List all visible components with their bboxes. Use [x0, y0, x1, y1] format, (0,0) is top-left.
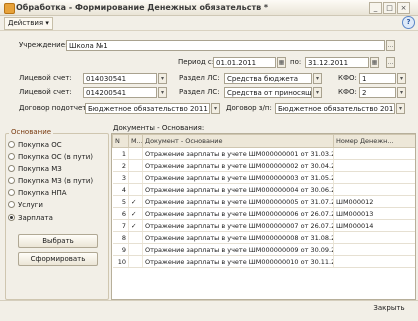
actions-menu-button[interactable]: Действия ▾ [4, 17, 53, 30]
mark-cell[interactable]: ✓ [128, 219, 143, 232]
col-header-number[interactable]: Номер Денежн... [333, 134, 415, 148]
mark-cell[interactable] [128, 231, 143, 244]
mark-cell[interactable] [128, 159, 143, 172]
institution-label: Учреждение: [19, 41, 68, 49]
table-row[interactable]: 9 Отражение зарплаты в учете ШМ000000009 … [112, 243, 415, 256]
documents-grid: N М... Документ - Основание Номер Денежн… [112, 134, 415, 268]
mark-cell[interactable] [128, 183, 143, 196]
radio-icon [8, 140, 15, 148]
period-from-field[interactable]: 01.01.2011 [213, 57, 276, 68]
kfo1-dropdown-icon[interactable]: ▾ [397, 73, 406, 84]
calendar-from-icon[interactable]: ▦ [277, 57, 286, 68]
kfo2-field[interactable]: 2 [359, 87, 396, 98]
mark-cell[interactable] [128, 255, 143, 268]
calendar-to-icon[interactable]: ▦ [370, 57, 379, 68]
contract-sub-dropdown-icon[interactable]: ▾ [211, 103, 220, 114]
mark-cell[interactable]: ✓ [128, 207, 143, 220]
radio-selected-icon [8, 213, 15, 221]
contract-sub-field[interactable]: Бюджетное обязательство 2011 года [85, 103, 210, 114]
period-from-label: Период с: [178, 58, 215, 66]
col-header-mark[interactable]: М... [128, 134, 143, 148]
col-header-document[interactable]: Документ - Основание [142, 134, 334, 148]
table-row[interactable]: 2 Отражение зарплаты в учете ШМ000000002 … [112, 159, 415, 172]
kfo1-label: КФО: [338, 74, 357, 82]
minimize-button[interactable]: _ [369, 2, 382, 14]
select-button[interactable]: Выбрать [18, 234, 98, 248]
basis-option-services[interactable]: Услуги [8, 200, 43, 210]
section1-field[interactable]: Средства бюджета [224, 73, 312, 84]
account1-label: Лицевой счет: [19, 74, 72, 82]
section2-dropdown-icon[interactable]: ▾ [313, 87, 322, 98]
basis-option-os-transit[interactable]: Покупка ОС (в пути) [8, 152, 93, 162]
basis-option-npa[interactable]: Покупка НПА [8, 188, 67, 198]
toolbar [0, 15, 418, 31]
radio-icon [8, 200, 15, 208]
period-to-label: по: [290, 58, 302, 66]
col-header-n[interactable]: N [112, 134, 129, 148]
section1-label: Раздел ЛС: [179, 74, 220, 82]
basis-option-mz[interactable]: Покупка МЗ [8, 164, 62, 174]
account2-field[interactable]: 014200541 [83, 87, 157, 98]
documents-table[interactable]: N М... Документ - Основание Номер Денежн… [111, 133, 416, 300]
table-row[interactable]: 4 Отражение зарплаты в учете ШМ000000004 … [112, 183, 415, 196]
account1-dropdown-icon[interactable]: ▾ [158, 73, 167, 84]
basis-option-mz-transit[interactable]: Покупка МЗ (в пути) [8, 176, 93, 186]
table-row[interactable]: 5 ✓ Отражение зарплаты в учете ШМ000000005… [112, 195, 415, 208]
kfo2-label: КФО: [338, 88, 357, 96]
radio-icon [8, 176, 15, 184]
basis-option-os[interactable]: Покупка ОС [8, 140, 62, 150]
mark-cell[interactable] [128, 243, 143, 256]
mark-cell[interactable] [128, 171, 143, 184]
app-icon [4, 3, 15, 14]
window-title: Обработка - Формирование Денежных обязат… [16, 3, 269, 12]
section2-field[interactable]: Средства от приносящей до [224, 87, 312, 98]
period-select-button[interactable]: … [386, 57, 395, 68]
institution-select-button[interactable]: … [386, 40, 395, 51]
section1-dropdown-icon[interactable]: ▾ [313, 73, 322, 84]
maximize-button[interactable]: □ [383, 2, 396, 14]
contract-salary-field[interactable]: Бюджетное обязательство 2011 года [275, 103, 395, 114]
table-row[interactable]: 1 Отражение зарплаты в учете ШМ000000001 … [112, 147, 415, 160]
section2-label: Раздел ЛС: [179, 88, 220, 96]
table-row[interactable]: 8 Отражение зарплаты в учете ШМ000000008 … [112, 231, 415, 244]
institution-field[interactable]: Школа №1 [66, 40, 385, 51]
table-row[interactable]: 7 ✓ Отражение зарплаты в учете ШМ000000007… [112, 219, 415, 232]
close-button[interactable]: Закрыть [365, 302, 413, 316]
account1-field[interactable]: 014030541 [83, 73, 157, 84]
radio-icon [8, 164, 15, 172]
mark-cell[interactable]: ✓ [128, 195, 143, 208]
table-row[interactable]: 6 ✓ Отражение зарплаты в учете ШМ000000006… [112, 207, 415, 220]
kfo2-dropdown-icon[interactable]: ▾ [397, 87, 406, 98]
table-row[interactable]: 3 Отражение зарплаты в учете ШМ000000003 … [112, 171, 415, 184]
status-bar [0, 300, 418, 321]
contract-sub-label: Договор подотчет: [19, 104, 89, 112]
kfo1-field[interactable]: 1 [359, 73, 396, 84]
close-window-button[interactable]: × [397, 2, 410, 14]
help-icon[interactable]: ? [402, 16, 415, 29]
account2-label: Лицевой счет: [19, 88, 72, 96]
table-row[interactable]: 10 Отражение зарплаты в учете ШМ000000010… [112, 255, 415, 268]
radio-icon [8, 152, 15, 160]
account2-dropdown-icon[interactable]: ▾ [158, 87, 167, 98]
period-to-field[interactable]: 31.12.2011 [305, 57, 369, 68]
radio-icon [8, 188, 15, 196]
mark-cell[interactable] [128, 147, 143, 160]
generate-button[interactable]: Сформировать [18, 252, 98, 266]
contract-salary-dropdown-icon[interactable]: ▾ [396, 103, 405, 114]
basis-group-title: Основание [9, 127, 54, 138]
contract-salary-label: Договор з/п: [226, 104, 272, 112]
basis-option-salary[interactable]: Зарплата [8, 213, 53, 223]
